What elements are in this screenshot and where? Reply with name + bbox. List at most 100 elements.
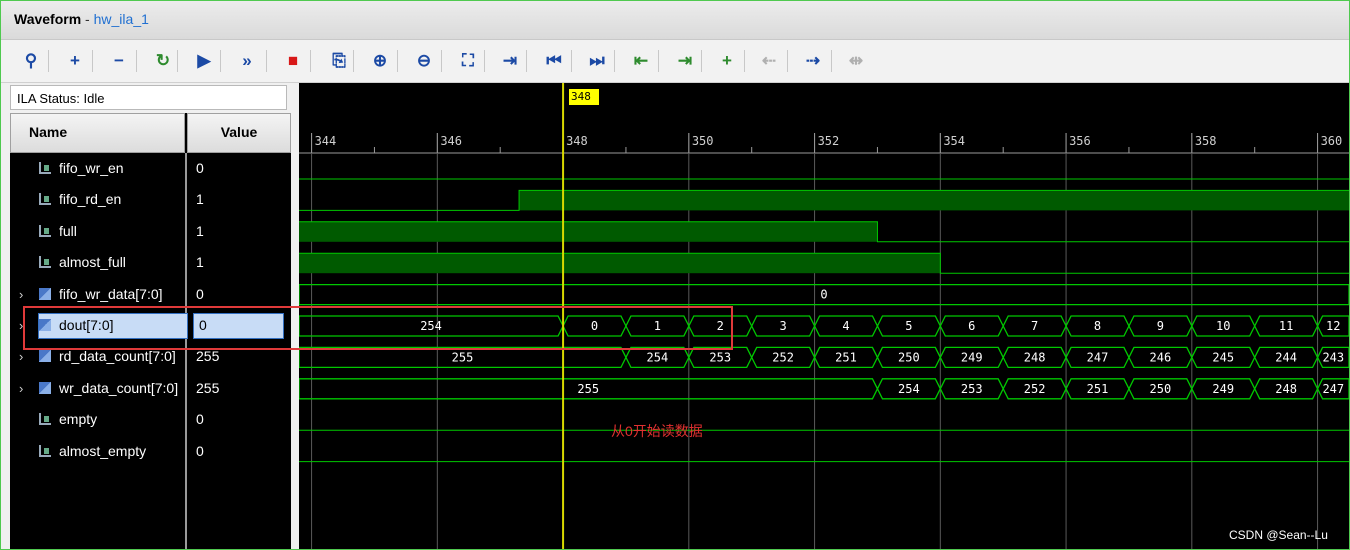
signal-value: 255 [196,348,220,365]
toolbar-separator [787,50,788,72]
toolbar-separator [48,50,49,72]
signal-row[interactable]: fifo_rd_en 1 [10,184,291,215]
bus-value-label: 5 [905,319,912,333]
export-icon[interactable]: ⎘ [327,49,351,73]
toolbar-separator [136,50,137,72]
toolbar-separator [831,50,832,72]
refresh-icon[interactable]: ↻ [151,49,175,73]
go-to-start-icon[interactable]: ⏮ [542,49,566,73]
toolbar-separator [658,50,659,72]
window-title: Waveform - hw_ila_1 [14,11,149,27]
waveform-window: Waveform - hw_ila_1 ⚲ + − ↻ ▶» ■ ⎘ ⊕ ⊖ ⛶ ⇥ ⏮ ⏭ ⇤ ⇥ + ⇠ ⇢ ⇹… [0,0,1350,550]
bus-value-label: 7 [1031,319,1038,333]
toolbar-separator [526,50,527,72]
bus-value-label: 249 [961,350,983,364]
previous-marker-icon[interactable]: ⇠ [757,49,781,73]
bus-value-label: 247 [1087,350,1109,364]
toolbar-separator [177,50,178,72]
bus-value-label: 252 [772,350,794,364]
next-transition-icon[interactable]: ⇥ [673,49,697,73]
go-to-end-icon[interactable]: ⏭ [585,49,609,73]
signal-value: 1 [196,222,204,239]
run-trigger-icon[interactable]: ▶ [192,49,216,73]
signal-row[interactable]: › wr_data_count[7:0] 255 [10,373,291,404]
cursor-time-label[interactable]: 348 [569,89,599,105]
high-level-fill [299,221,878,242]
bus-value-label: 250 [898,350,920,364]
previous-transition-icon[interactable]: ⇤ [629,49,653,73]
bus-value-label: 248 [1275,382,1297,396]
search-icon[interactable]: ⚲ [19,49,43,73]
signal-value: 1 [196,254,204,271]
ila-instance-link[interactable]: hw_ila_1 [94,11,149,27]
signal-name: fifo_wr_en [59,160,124,176]
signal-value: 0 [196,285,204,302]
expand-chevron-icon[interactable]: › [19,287,23,302]
zoom-in-icon[interactable]: ⊕ [368,49,392,73]
signal-name: fifo_wr_data[7:0] [59,285,163,302]
bus-value-label: 255 [452,350,474,364]
value-column-header[interactable]: Value [187,113,291,153]
signal-row[interactable]: › fifo_wr_data[7:0] 0 [10,279,291,310]
toolbar-separator [220,50,221,72]
bus-value-label: 251 [1087,382,1109,396]
signal-row[interactable]: fifo_wr_en 0 [10,153,291,184]
tick-label: 360 [1321,134,1343,148]
tick-label: 344 [315,134,337,148]
signal-name: almost_full [59,254,126,271]
bus-signal-icon [39,350,51,363]
signal-row[interactable]: almost_empty 0 [10,436,291,467]
bus-value-label: 244 [1275,350,1297,364]
bus-value-label: 248 [1024,350,1046,364]
high-level-fill [299,253,941,274]
name-column-header[interactable]: Name [10,113,185,153]
bus-value-label: 4 [842,319,849,333]
bus-value-label: 253 [961,382,983,396]
title-separator: - [81,11,94,27]
signal-value: 0 [196,411,204,428]
tick-label: 352 [818,134,840,148]
bus-value-label: 9 [1157,319,1164,333]
signal-name: empty [59,411,98,428]
tick-label: 358 [1195,134,1217,148]
toolbar-separator [310,50,311,72]
signal-row[interactable]: full 1 [10,216,291,247]
bus-value-label: 251 [835,350,857,364]
expand-chevron-icon[interactable]: › [19,349,23,364]
signal-value: 255 [196,379,220,396]
remove-icon[interactable]: − [107,49,131,73]
toolbar-separator [571,50,572,72]
next-marker-icon[interactable]: ⇢ [801,49,825,73]
bus-value-label: 245 [1212,350,1234,364]
signal-name: full [59,222,77,239]
watermark: CSDN @Sean--Lu [1229,528,1328,542]
bit-signal-icon [39,444,51,457]
toolbar: ⚲ + − ↻ ▶» ■ ⎘ ⊕ ⊖ ⛶ ⇥ ⏮ ⏭ ⇤ ⇥ + ⇠ ⇢ ⇹ [1,40,1349,83]
swap-cursors-icon[interactable]: ⇹ [844,49,868,73]
stop-icon[interactable]: ■ [281,49,305,73]
bus-value-label: 12 [1326,319,1340,333]
toolbar-separator [92,50,93,72]
run-immediate-icon[interactable]: » [235,49,259,73]
add-icon[interactable]: + [63,49,87,73]
bus-value-label: 255 [577,382,599,396]
go-to-cursor-icon[interactable]: ⇥ [498,49,522,73]
bus-value-label: 6 [968,319,975,333]
signal-value: 0 [196,442,204,459]
bit-signal-icon [39,413,51,426]
signal-row[interactable]: empty 0 [10,404,291,435]
signal-row[interactable]: almost_full 1 [10,247,291,278]
add-marker-icon[interactable]: + [715,49,739,73]
zoom-out-icon[interactable]: ⊖ [412,49,436,73]
zoom-fit-icon[interactable]: ⛶ [456,49,480,73]
window-title-label: Waveform [14,11,82,27]
title-bar: Waveform - hw_ila_1 [1,1,1349,40]
signal-name: almost_empty [59,442,147,459]
bit-signal-icon [39,224,51,237]
toolbar-separator [614,50,615,72]
bit-signal-icon [39,162,51,174]
bus-signal-icon [39,287,51,300]
tick-label: 354 [943,134,965,148]
signal-name: rd_data_count[7:0] [59,348,176,365]
expand-chevron-icon[interactable]: › [19,381,23,396]
